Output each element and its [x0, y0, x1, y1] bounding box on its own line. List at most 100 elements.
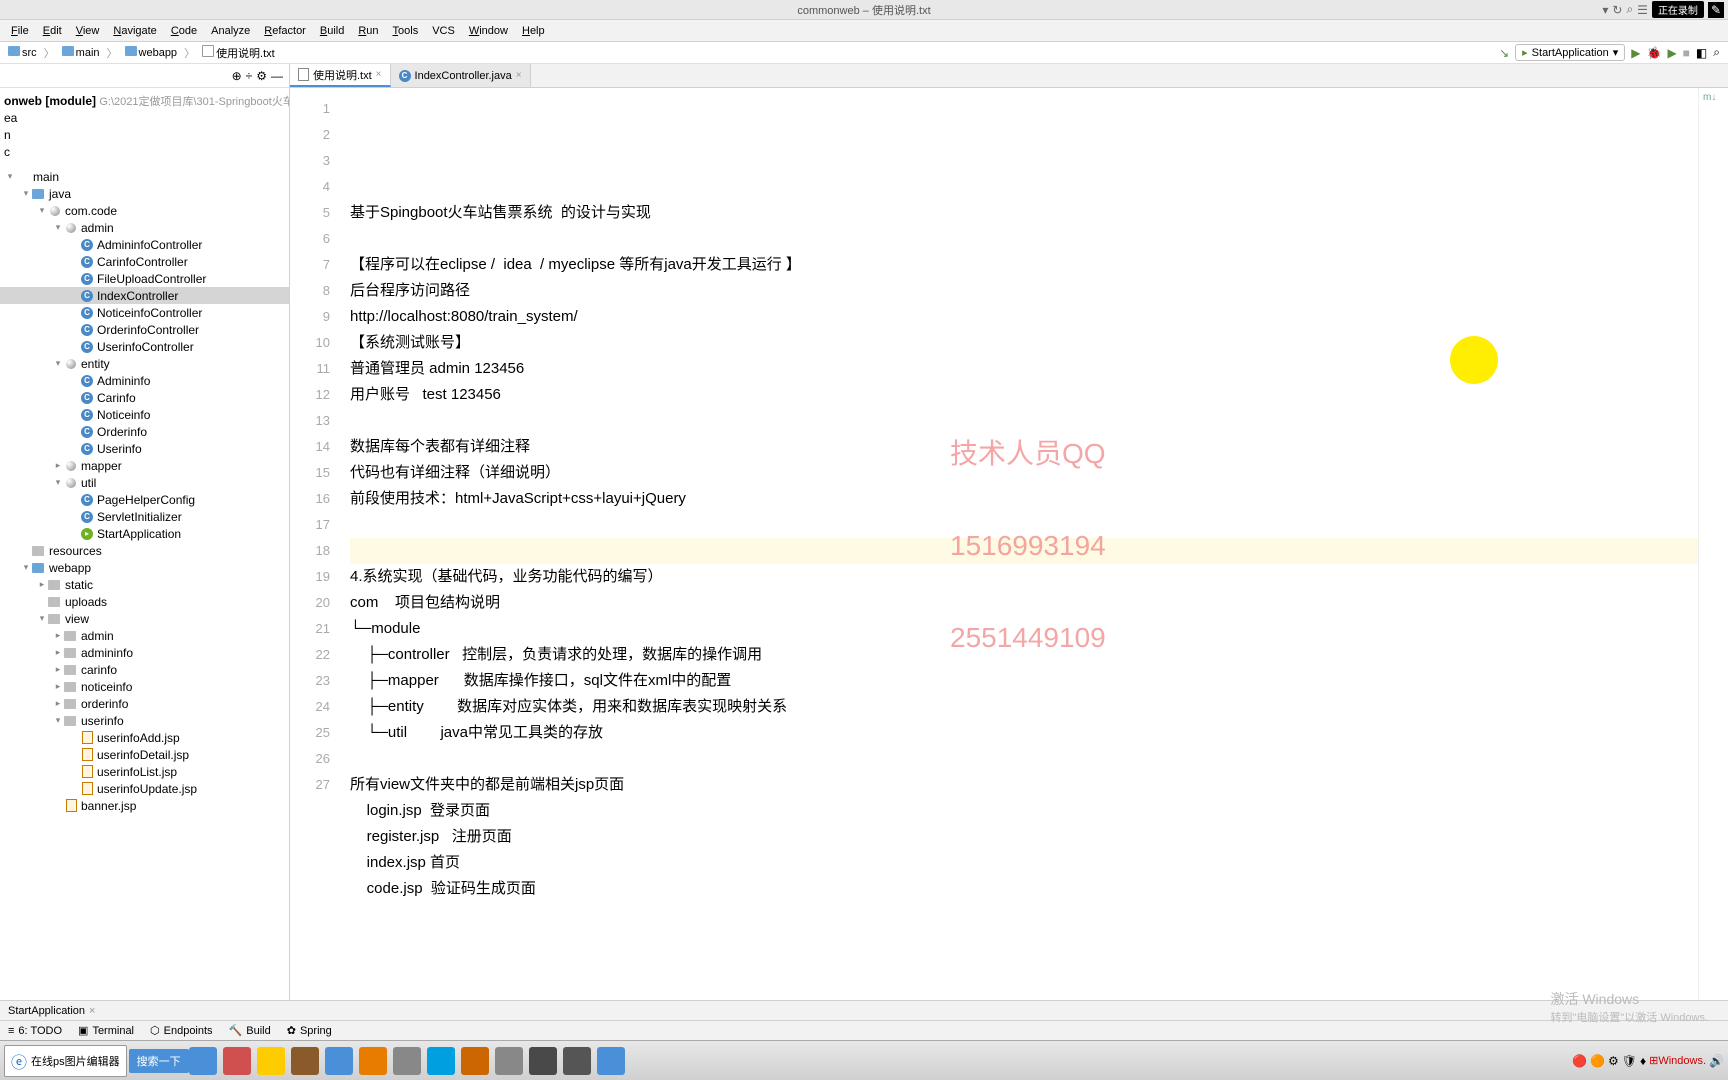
- gear-icon[interactable]: ⚙: [256, 69, 267, 83]
- tree-item-userinfolistjsp[interactable]: userinfoList.jsp: [0, 763, 289, 780]
- collapse-icon[interactable]: —: [271, 69, 283, 83]
- target-icon[interactable]: ⊕: [232, 69, 242, 83]
- taskbar-app-icon[interactable]: [223, 1047, 251, 1075]
- taskbar-app-icon[interactable]: [257, 1047, 285, 1075]
- code-line[interactable]: [350, 538, 1698, 564]
- taskbar-app-icon[interactable]: [529, 1047, 557, 1075]
- menu-refactor[interactable]: Refactor: [257, 25, 313, 37]
- tree-item-admin[interactable]: ▸admin: [0, 627, 289, 644]
- tree-item[interactable]: ea: [0, 109, 289, 126]
- tree-item-util[interactable]: ▾util: [0, 474, 289, 491]
- code-line[interactable]: ├─entity 数据库对应实体类，用来和数据库表实现映射关系: [350, 694, 1698, 720]
- code-line[interactable]: [350, 746, 1698, 772]
- tool-tab-todo[interactable]: ≡6: TODO: [8, 1025, 62, 1037]
- menu-analyze[interactable]: Analyze: [204, 25, 257, 37]
- code-line[interactable]: [350, 408, 1698, 434]
- tree-item-entity[interactable]: ▾entity: [0, 355, 289, 372]
- editor-tab[interactable]: CIndexController.java×: [391, 64, 531, 87]
- breadcrumb-segment[interactable]: webapp: [125, 46, 178, 59]
- code-line[interactable]: http://localhost:8080/train_system/: [350, 304, 1698, 330]
- taskbar-app-icon[interactable]: [393, 1047, 421, 1075]
- menu-run[interactable]: Run: [351, 25, 385, 37]
- tree-item-admininfo[interactable]: ▸admininfo: [0, 644, 289, 661]
- taskbar-app-icon[interactable]: [325, 1047, 353, 1075]
- menu-help[interactable]: Help: [515, 25, 552, 37]
- taskbar-app-icon[interactable]: [563, 1047, 591, 1075]
- tree-item-uploads[interactable]: uploads: [0, 593, 289, 610]
- code-line[interactable]: 前段使用技术：html+JavaScript+css+layui+jQuery: [350, 486, 1698, 512]
- titlebar-icon[interactable]: ↻: [1612, 3, 1622, 17]
- close-icon[interactable]: ×: [516, 70, 522, 81]
- editor-tab[interactable]: 使用说明.txt×: [290, 64, 391, 87]
- code-line[interactable]: 数据库每个表都有详细注释: [350, 434, 1698, 460]
- taskbar-app-icon[interactable]: [359, 1047, 387, 1075]
- code-line[interactable]: 所有view文件夹中的都是前端相关jsp页面: [350, 772, 1698, 798]
- taskbar-app-icon[interactable]: [189, 1047, 217, 1075]
- tree-item-orderinfo[interactable]: ▸orderinfo: [0, 695, 289, 712]
- search-icon[interactable]: ⌕: [1713, 45, 1720, 60]
- tree-item-static[interactable]: ▸static: [0, 576, 289, 593]
- tray-icon[interactable]: ♦: [1640, 1054, 1646, 1068]
- tree-item-userinfoupdatejsp[interactable]: userinfoUpdate.jsp: [0, 780, 289, 797]
- tree-item-mapper[interactable]: ▸mapper: [0, 457, 289, 474]
- code-line[interactable]: [350, 226, 1698, 252]
- tray-icon[interactable]: 🛡: [1622, 1054, 1637, 1068]
- tree-item-orderinfo[interactable]: COrderinfo: [0, 423, 289, 440]
- tool-tab-endpoints[interactable]: ⬡Endpoints: [150, 1024, 213, 1037]
- tree-item-userinfodetailjsp[interactable]: userinfoDetail.jsp: [0, 746, 289, 763]
- code-line[interactable]: index.jsp 首页: [350, 850, 1698, 876]
- menu-file[interactable]: File: [4, 25, 36, 37]
- tree-item-webapp[interactable]: ▾webapp: [0, 559, 289, 576]
- tray-icon[interactable]: 🔴: [1572, 1054, 1587, 1068]
- tree-item-java[interactable]: ▾java: [0, 185, 289, 202]
- tree-item-noticeinfo[interactable]: ▸noticeinfo: [0, 678, 289, 695]
- tree-item-userinfocontroller[interactable]: CUserinfoController: [0, 338, 289, 355]
- taskbar-app-icon[interactable]: [427, 1047, 455, 1075]
- tray-icon[interactable]: 🟠: [1590, 1054, 1605, 1068]
- code-line[interactable]: 基于Spingboot火车站售票系统 的设计与实现: [350, 200, 1698, 226]
- tree-item-indexcontroller[interactable]: CIndexController: [0, 287, 289, 304]
- taskbar-search[interactable]: 搜索一下: [129, 1049, 189, 1073]
- code-editor[interactable]: 技术人员QQ 1516993194 2551449109 基于Spingboot…: [340, 88, 1698, 1000]
- run-tab[interactable]: StartApplication: [8, 1005, 85, 1017]
- tray-windows-icon[interactable]: ⊞Windows.: [1649, 1054, 1706, 1067]
- titlebar-icon[interactable]: ⌕: [1626, 2, 1633, 17]
- module-root[interactable]: onweb [module] G:\2021定做项目库\301-Springbo…: [0, 92, 289, 109]
- tree-item-carinfocontroller[interactable]: CCarinfoController: [0, 253, 289, 270]
- tree-item[interactable]: c: [0, 143, 289, 160]
- tree-item-servletinitializer[interactable]: CServletInitializer: [0, 508, 289, 525]
- tree-item-carinfo[interactable]: ▸carinfo: [0, 661, 289, 678]
- code-line[interactable]: 用户账号 test 123456: [350, 382, 1698, 408]
- taskbar-app-ie[interactable]: ⓔ 在线ps图片编辑器: [4, 1045, 127, 1077]
- tree-item-admin[interactable]: ▾admin: [0, 219, 289, 236]
- tree-item-userinfo[interactable]: CUserinfo: [0, 440, 289, 457]
- taskbar-app-icon[interactable]: [461, 1047, 489, 1075]
- menu-code[interactable]: Code: [164, 25, 204, 37]
- split-icon[interactable]: ÷: [246, 69, 253, 83]
- tree-item-pagehelperconfig[interactable]: CPageHelperConfig: [0, 491, 289, 508]
- tree-item-userinfoaddjsp[interactable]: userinfoAdd.jsp: [0, 729, 289, 746]
- titlebar-icon[interactable]: ▾: [1602, 3, 1608, 17]
- tree-item-bannerjsp[interactable]: banner.jsp: [0, 797, 289, 814]
- menu-window[interactable]: Window: [462, 25, 515, 37]
- tool-tab-terminal[interactable]: ▣Terminal: [78, 1024, 134, 1037]
- code-line[interactable]: 4.系统实现（基础代码，业务功能代码的编写）: [350, 564, 1698, 590]
- edit-icon[interactable]: ✎: [1708, 2, 1724, 18]
- taskbar-app-icon[interactable]: [291, 1047, 319, 1075]
- tree-item-orderinfocontroller[interactable]: COrderinfoController: [0, 321, 289, 338]
- more-icon[interactable]: ◧: [1696, 46, 1707, 60]
- code-line[interactable]: register.jsp 注册页面: [350, 824, 1698, 850]
- tree-item-userinfo[interactable]: ▾userinfo: [0, 712, 289, 729]
- run-icon[interactable]: ▶: [1631, 46, 1640, 60]
- tree-item-carinfo[interactable]: CCarinfo: [0, 389, 289, 406]
- tree-item-admininfo[interactable]: CAdmininfo: [0, 372, 289, 389]
- taskbar-app-icon[interactable]: [597, 1047, 625, 1075]
- close-icon[interactable]: ×: [89, 1005, 95, 1017]
- breadcrumb[interactable]: src〉main〉webapp〉使用说明.txt: [8, 45, 275, 61]
- run-config-selector[interactable]: ▸ StartApplication ▾: [1515, 44, 1625, 61]
- code-line[interactable]: com 项目包结构说明: [350, 590, 1698, 616]
- menu-view[interactable]: View: [69, 25, 107, 37]
- tree-item-admininfocontroller[interactable]: CAdmininfoController: [0, 236, 289, 253]
- breadcrumb-segment[interactable]: main: [62, 46, 100, 59]
- code-line[interactable]: └─module: [350, 616, 1698, 642]
